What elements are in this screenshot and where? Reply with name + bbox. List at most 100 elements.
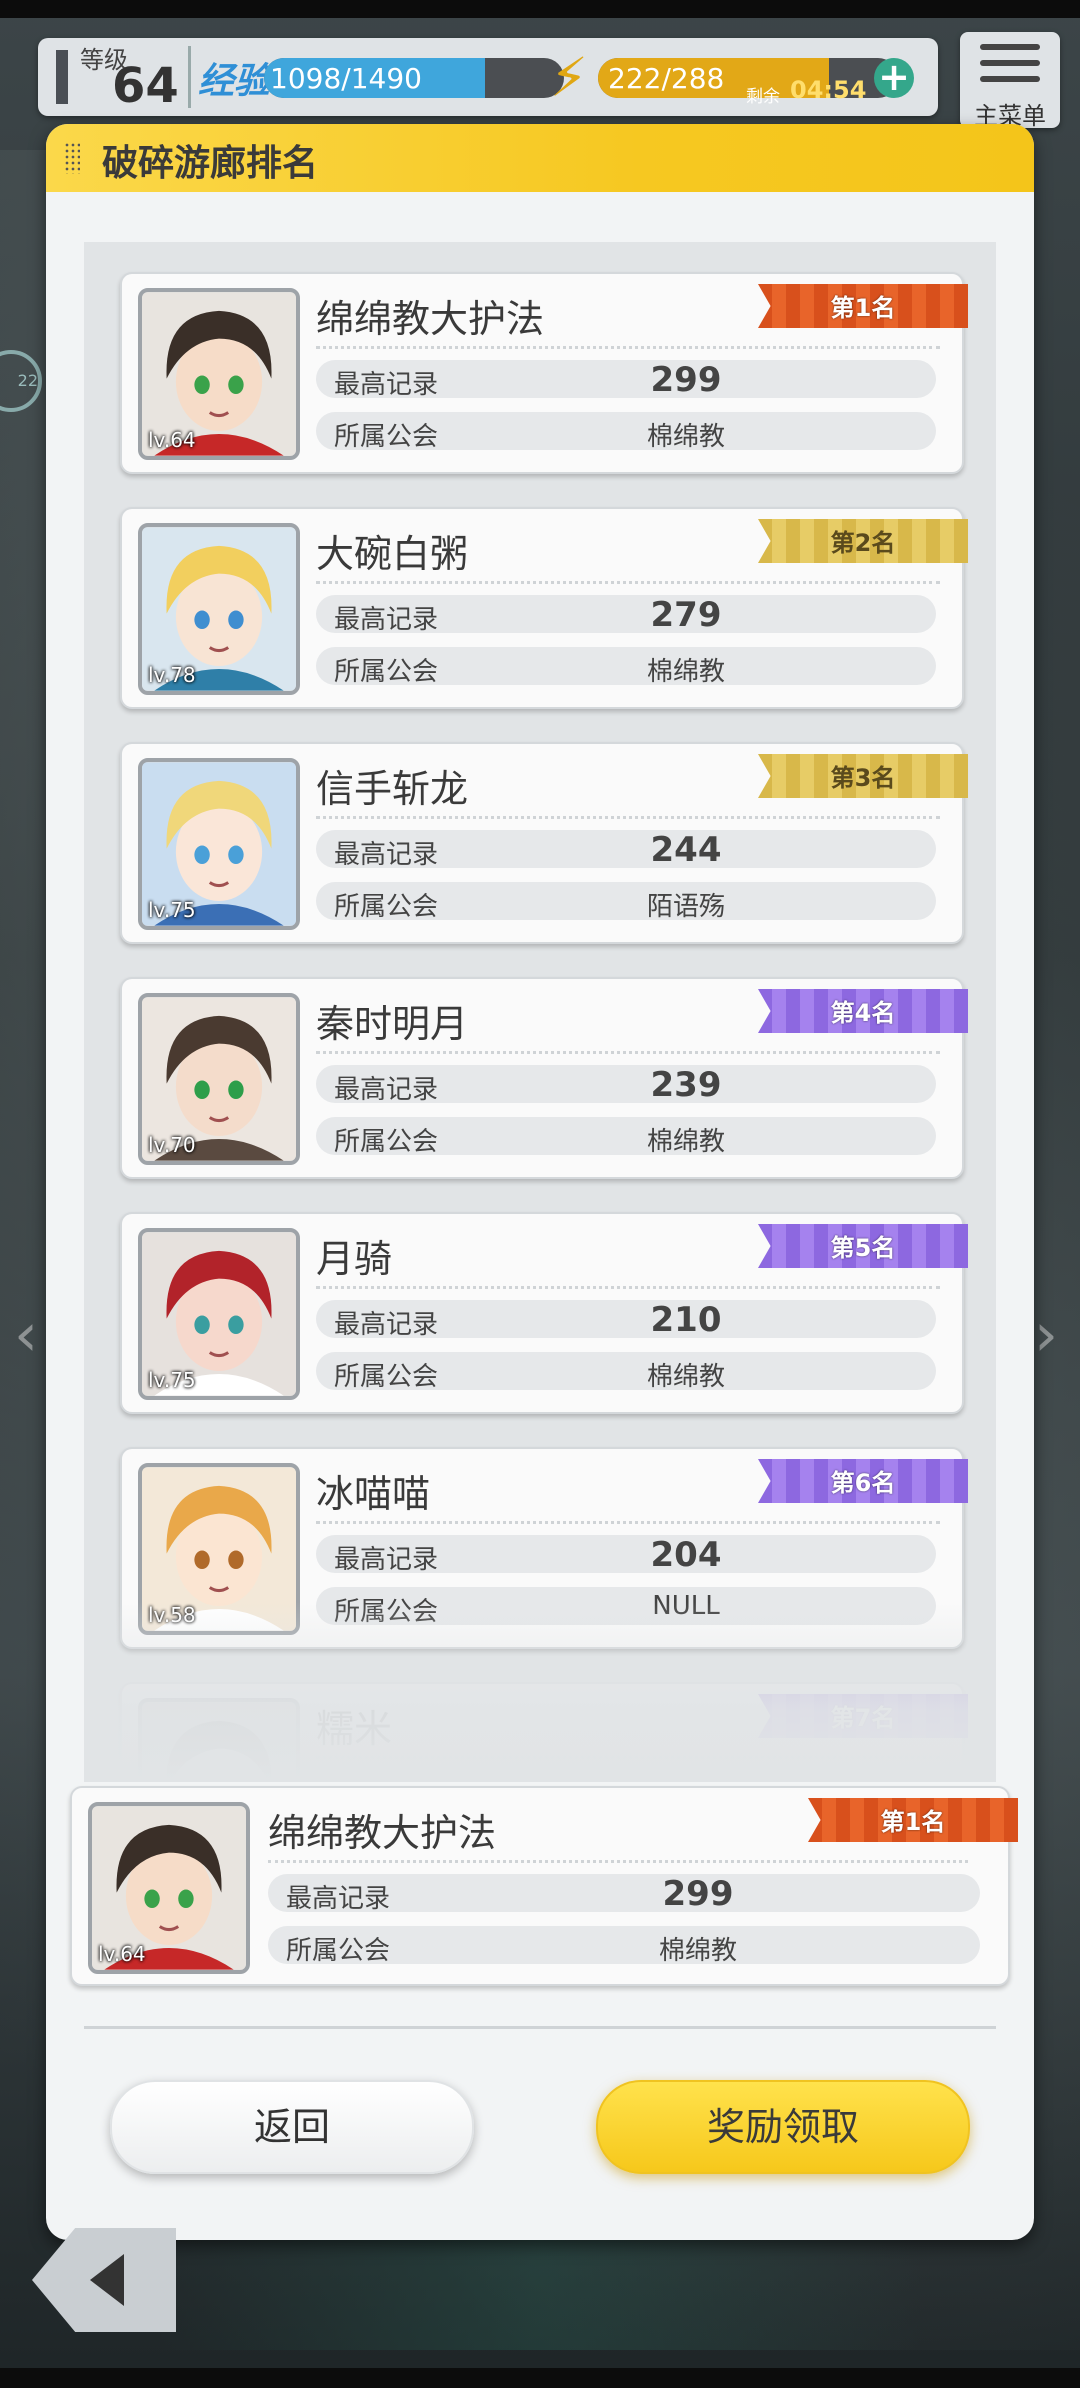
dotted-divider [316,816,940,819]
rank-ribbon: 第1名 [808,1798,1018,1842]
avatar[interactable]: lv.70 [138,993,300,1165]
dotted-divider [268,1860,968,1863]
player-name: 秦时明月 [316,1002,469,1046]
ranking-card[interactable]: lv.75 信手斩龙最高记录 244 所属公会 陌语殇 第3名 [120,742,968,944]
record-label: 最高记录 [334,1075,439,1105]
rank-ribbon: 第6名 [758,1459,968,1503]
record-label: 最高记录 [286,1884,391,1914]
avatar[interactable]: lv.75 [138,1228,300,1400]
player-name: 绵绵教大护法 [268,1811,497,1855]
guild-row: 所属公会 棉绵教 [316,1352,936,1392]
record-row: 最高记录 239 [316,1065,936,1105]
ranking-card[interactable]: lv.70 秦时明月最高记录 239 所属公会 棉绵教 第4名 [120,977,968,1179]
record-value: 299 [650,360,722,400]
rank-ribbon: 第3名 [758,754,968,798]
record-label: 最高记录 [334,370,439,400]
my-rank-entry[interactable]: lv.64 绵绵教大护法 最高记录 299 所属公会 棉绵教 第1名 [70,1786,1018,1986]
ranking-panel: 破碎游廊排名 lv.64 绵绵教大护法 最高记录 299 所属公会 棉绵教 第1名 lv.78… [46,124,1034,2240]
hamburger-icon [980,44,1040,92]
player-level: lv.70 [148,1133,196,1157]
record-value: 244 [650,830,722,870]
divider [188,46,191,108]
guild-row: 所属公会 棉绵教 [316,647,936,687]
record-row: 最高记录 204 [316,1535,936,1575]
player-level: lv.75 [148,898,196,922]
dotted-divider [316,1051,940,1054]
guild-label: 所属公会 [334,892,439,922]
guild-value: 棉绵教 [646,1362,725,1392]
rank-label: 第2名 [830,529,896,557]
guild-label: 所属公会 [334,1362,439,1392]
player-level: lv.64 [148,428,196,452]
player-name: 绵绵教大护法 [316,297,545,341]
panel-header: 破碎游廊排名 [46,124,1034,192]
guild-row: 所属公会 陌语殇 [316,882,936,922]
guild-value: 棉绵教 [646,1127,725,1157]
record-row: 最高记录 244 [316,830,936,870]
dotted-divider [316,1521,940,1524]
ranking-card[interactable]: lv.64 绵绵教大护法最高记录 299 所属公会 棉绵教 第1名 [120,272,968,474]
guild-row: 所属公会 棉绵教 [316,1117,936,1157]
rank-label: 第1名 [880,1808,946,1836]
avatar[interactable]: lv.78 [138,523,300,695]
guild-label: 所属公会 [334,1127,439,1157]
rank-label: 第4名 [830,999,896,1027]
guild-label: 所属公会 [286,1936,391,1966]
record-row: 最高记录 299 [316,360,936,400]
left-arrow-icon[interactable]: ‹ [14,1300,38,1370]
remain-label: 剩余 [746,87,780,107]
player-name: 冰喵喵 [316,1472,431,1516]
player-name: 月骑 [316,1237,393,1281]
player-name: 信手斩龙 [316,767,469,811]
guild-value: 陌语殇 [646,892,725,922]
status-strip [0,0,1080,18]
guild-label: 所属公会 [334,422,439,452]
claim-reward-button[interactable]: 奖励领取 [596,2080,970,2174]
player-status-bar: 等级 64 经验 1098/1490 ⚡ 222/288 剩余 04:54 + [38,38,938,116]
record-label: 最高记录 [334,1310,439,1340]
rank-label: 第6名 [830,1469,896,1497]
add-energy-button[interactable]: + [874,58,914,98]
rank-ribbon: 第4名 [758,989,968,1033]
rank-label: 第3名 [830,764,896,792]
ranking-card[interactable]: lv.75 月骑最高记录 210 所属公会 棉绵教 第5名 [120,1212,968,1414]
record-value: 299 [662,1874,734,1914]
record-value: 239 [650,1065,722,1105]
record-label: 最高记录 [334,1545,439,1575]
remain-time: 04:54 [790,76,867,104]
record-row: 最高记录 279 [316,595,936,635]
player-name: 大碗白粥 [316,532,469,576]
guild-row: 所属公会 棉绵教 [316,412,936,452]
right-arrow-icon[interactable]: › [1034,1300,1058,1370]
rank-ribbon: 第2名 [758,519,968,563]
dotted-divider [316,581,940,584]
record-value: 210 [650,1300,722,1340]
level-marker [56,50,68,104]
rank-label: 第1名 [830,294,896,322]
grip-icon [64,142,80,174]
energy-text: 222/288 [608,62,725,95]
dotted-divider [316,346,940,349]
record-label: 最高记录 [334,605,439,635]
panel-divider [84,2026,996,2029]
guild-label: 所属公会 [334,657,439,687]
panel-title: 破碎游廊排名 [102,143,319,184]
avatar[interactable]: lv.75 [138,758,300,930]
player-level: lv.64 [98,1942,146,1966]
avatar[interactable]: lv.64 [138,288,300,460]
my-rank-card: lv.64 绵绵教大护法 最高记录 299 所属公会 棉绵教 第1名 [70,1786,1018,1986]
ranking-card[interactable]: lv.78 大碗白粥最高记录 279 所属公会 棉绵教 第2名 [120,507,968,709]
record-value: 204 [650,1535,722,1575]
rank-label: 第5名 [830,1234,896,1262]
guild-value: 棉绵教 [646,657,725,687]
record-label: 最高记录 [334,840,439,870]
player-level: lv.75 [148,1368,196,1392]
list-fade [84,1602,996,1782]
ranking-list[interactable]: lv.64 绵绵教大护法 最高记录 299 所属公会 棉绵教 第1名 lv.78 大碗白粥 最高记… [84,242,996,1782]
guild-value: 棉绵教 [646,422,725,452]
dotted-divider [316,1286,940,1289]
record-row: 最高记录 299 [268,1874,980,1914]
back-button[interactable]: 返回 [110,2080,474,2174]
main-menu-button[interactable]: 主菜单 [960,32,1060,130]
avatar[interactable]: lv.64 [88,1802,250,1974]
